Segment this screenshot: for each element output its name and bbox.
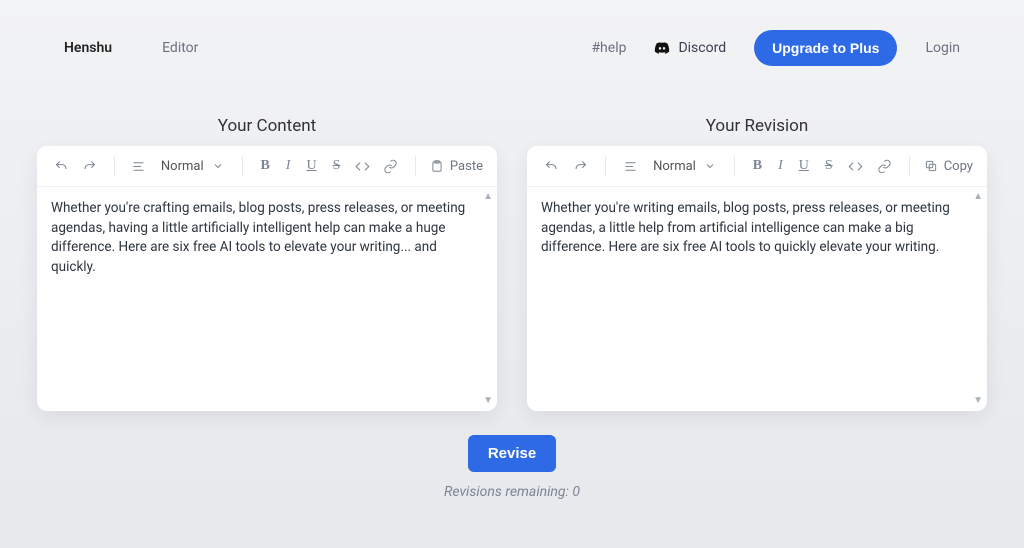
left-toolbar: Normal B I U S (37, 146, 497, 187)
nav-right: #help Discord Upgrade to Plus Login (591, 30, 960, 66)
right-toolbar: Normal B I U S (527, 146, 987, 187)
panels-row: Your Content Normal (0, 76, 1024, 411)
revise-row: Revise (0, 411, 1024, 472)
scroll-down-icon[interactable]: ▼ (483, 394, 493, 409)
code-icon[interactable] (352, 154, 372, 178)
code-icon[interactable] (845, 154, 866, 178)
strike-button[interactable]: S (821, 158, 837, 174)
italic-button[interactable]: I (282, 158, 295, 174)
right-panel-title: Your Revision (527, 116, 987, 136)
paste-label: Paste (450, 159, 483, 174)
discord-icon (654, 40, 670, 56)
discord-label: Discord (678, 40, 726, 56)
paragraph-icon[interactable] (620, 154, 641, 178)
link-icon[interactable] (381, 154, 401, 178)
left-editor[interactable]: ▲ Whether you're crafting emails, blog p… (37, 187, 497, 411)
undo-icon[interactable] (51, 154, 71, 178)
nav-link-discord[interactable]: Discord (654, 40, 726, 56)
redo-icon[interactable] (79, 154, 99, 178)
top-nav: Henshu Editor #help Discord Upgrade to P… (0, 0, 1024, 76)
nav-link-help[interactable]: #help (591, 40, 626, 56)
underline-button[interactable]: U (795, 158, 813, 174)
bold-button[interactable]: B (256, 158, 273, 174)
bold-button[interactable]: B (749, 158, 766, 174)
paragraph-icon[interactable] (129, 154, 149, 178)
separator (242, 156, 243, 176)
nav-link-login[interactable]: Login (925, 40, 960, 56)
undo-icon[interactable] (541, 154, 562, 178)
revise-button[interactable]: Revise (468, 435, 556, 472)
separator (114, 156, 115, 176)
right-editor-text: Whether you're writing emails, blog post… (541, 200, 950, 255)
left-panel-title: Your Content (37, 116, 497, 136)
left-panel: Normal B I U S (37, 146, 497, 411)
strike-button[interactable]: S (329, 158, 345, 174)
separator (605, 156, 606, 176)
left-panel-wrap: Your Content Normal (37, 116, 497, 411)
scroll-up-icon[interactable]: ▲ (483, 190, 493, 205)
nav-link-editor[interactable]: Editor (162, 40, 198, 56)
redo-icon[interactable] (570, 154, 591, 178)
separator (909, 156, 910, 176)
chevron-down-icon (704, 160, 716, 172)
right-panel-wrap: Your Revision Normal (527, 116, 987, 411)
revisions-remaining: Revisions remaining: 0 (0, 484, 1024, 500)
link-icon[interactable] (874, 154, 895, 178)
left-editor-text: Whether you're crafting emails, blog pos… (51, 200, 465, 275)
format-select[interactable]: Normal (157, 159, 228, 174)
copy-button[interactable]: Copy (924, 159, 973, 174)
underline-button[interactable]: U (302, 158, 320, 174)
brand-logo[interactable]: Henshu (64, 40, 112, 56)
scroll-up-icon[interactable]: ▲ (973, 190, 983, 205)
scroll-down-icon[interactable]: ▼ (973, 394, 983, 409)
nav-left: Henshu Editor (64, 40, 198, 56)
format-select[interactable]: Normal (649, 159, 720, 174)
italic-button[interactable]: I (774, 158, 787, 174)
chevron-down-icon (212, 160, 224, 172)
separator (734, 156, 735, 176)
format-label: Normal (653, 159, 696, 174)
paste-button[interactable]: Paste (430, 159, 483, 174)
right-panel: Normal B I U S (527, 146, 987, 411)
upgrade-button[interactable]: Upgrade to Plus (754, 30, 897, 66)
right-editor[interactable]: ▲ Whether you're writing emails, blog po… (527, 187, 987, 411)
separator (415, 156, 416, 176)
copy-label: Copy (944, 159, 973, 174)
format-label: Normal (161, 159, 204, 174)
